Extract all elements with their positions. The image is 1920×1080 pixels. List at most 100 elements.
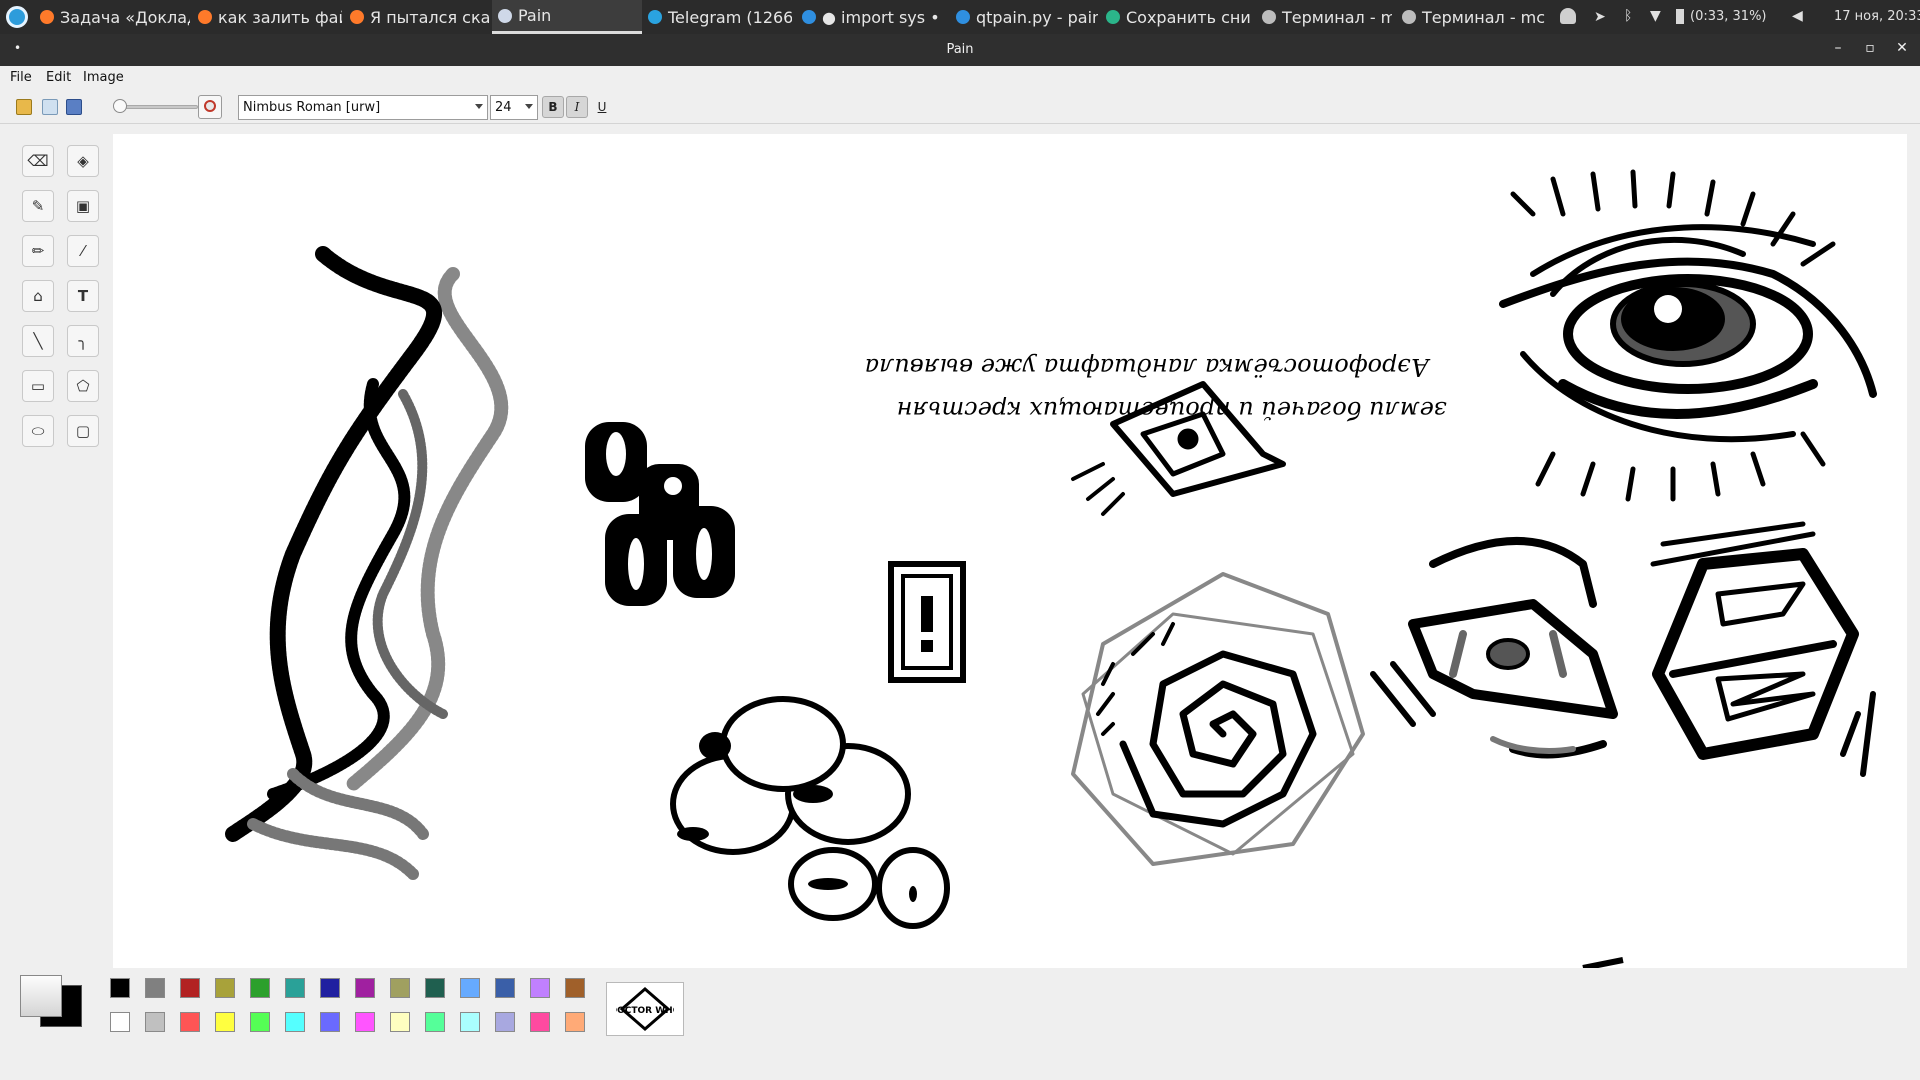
taskbar-task-5[interactable]: ● import sys • Un...: [796, 0, 946, 34]
bold-button[interactable]: B: [542, 96, 564, 118]
palette-swatch[interactable]: [355, 978, 375, 998]
palette-swatch[interactable]: [530, 978, 550, 998]
doctor-who-logo-text: DOCTOR WHO: [616, 1006, 674, 1016]
brush-color-icon: [204, 100, 216, 112]
menu-edit[interactable]: Edit: [46, 70, 71, 85]
palette-swatch[interactable]: [460, 1012, 480, 1032]
bluetooth-icon[interactable]: ᛒ: [1624, 8, 1632, 24]
palette-swatch[interactable]: [215, 1012, 235, 1032]
new-file-icon[interactable]: [42, 99, 58, 115]
taskbar-task-3[interactable]: Pain: [492, 0, 642, 34]
palette-swatch[interactable]: [320, 1012, 340, 1032]
partial-stroke-drawing: [1582, 957, 1624, 971]
task-app-icon: [648, 10, 662, 24]
palette-swatch[interactable]: [355, 1012, 375, 1032]
task-app-icon: [498, 8, 512, 23]
clock[interactable]: 17 ноя, 20:33: [1834, 9, 1920, 24]
canvas-text-line-1: Аэрофотосъёмка ландшафта уже выявила: [865, 353, 1431, 381]
palette-swatch[interactable]: [250, 1012, 270, 1032]
palette-swatch[interactable]: [285, 978, 305, 998]
chevron-down-icon: [525, 104, 533, 109]
palette-swatch[interactable]: [425, 978, 445, 998]
stamp-tool-button[interactable]: ▣: [67, 190, 99, 222]
task-app-icon: [198, 10, 212, 24]
rectangle-tool-button[interactable]: ▭: [22, 370, 54, 402]
taskbar-task-1[interactable]: как залить файл ...: [192, 0, 342, 34]
notification-bell-icon[interactable]: [1560, 8, 1576, 24]
palette-swatch[interactable]: [110, 1012, 130, 1032]
palette-swatch[interactable]: [425, 1012, 445, 1032]
wifi-icon[interactable]: ▼: [1650, 8, 1661, 24]
task-app-icon: [1262, 10, 1276, 24]
palette-swatch[interactable]: [530, 1012, 550, 1032]
palette-swatch[interactable]: [390, 1012, 410, 1032]
minimize-button[interactable]: –: [1828, 40, 1848, 56]
taskbar-task-0[interactable]: Задача «Доклад»...: [34, 0, 190, 34]
text-tool-button[interactable]: T: [67, 280, 99, 312]
menu-bar: File Edit Image: [0, 66, 1920, 90]
palette-swatch[interactable]: [180, 1012, 200, 1032]
fill-tool-button[interactable]: ◈: [67, 145, 99, 177]
taskbar-task-7[interactable]: Сохранить сним...: [1100, 0, 1250, 34]
window-titlebar[interactable]: • Pain – ▫ ✕: [0, 34, 1920, 66]
line-tool-button[interactable]: ╲: [22, 325, 54, 357]
menu-image[interactable]: Image: [83, 70, 124, 85]
font-size-value: 24: [495, 100, 512, 115]
spray-tool-button[interactable]: ⌂: [22, 280, 54, 312]
brush-color-button[interactable]: [198, 95, 222, 119]
save-file-icon[interactable]: [66, 99, 82, 115]
brush-preview-button[interactable]: DOCTOR WHO: [606, 982, 684, 1036]
palette-swatch[interactable]: [145, 1012, 165, 1032]
palette-swatch[interactable]: [180, 978, 200, 998]
ellipse-tool-button[interactable]: ⬭: [22, 415, 54, 447]
font-family-value: Nimbus Roman [urw]: [243, 100, 381, 115]
font-family-select[interactable]: Nimbus Roman [urw]: [238, 95, 488, 120]
pencil-tool-button[interactable]: ✏: [22, 235, 54, 267]
foreground-color-swatch[interactable]: [20, 975, 62, 1017]
palette-swatch[interactable]: [460, 978, 480, 998]
volume-icon[interactable]: ◀: [1792, 8, 1803, 24]
palette-swatch[interactable]: [110, 978, 130, 998]
telegram-tray-icon[interactable]: ➤: [1594, 9, 1606, 25]
palette-swatch[interactable]: [495, 1012, 515, 1032]
battery-status: (0:33, 31%): [1690, 9, 1767, 24]
palette-swatch[interactable]: [250, 978, 270, 998]
big-eye-drawing: [1499, 169, 1877, 502]
font-size-select[interactable]: 24: [490, 95, 538, 120]
rounded-rect-tool-button[interactable]: ▢: [67, 415, 99, 447]
palette-swatch[interactable]: [390, 978, 410, 998]
canvas-text-block: Аэрофотосъёмка ландшафта уже выявила зем…: [865, 353, 1447, 424]
palette-swatch[interactable]: [565, 1012, 585, 1032]
taskbar-task-4[interactable]: Telegram (126636): [642, 0, 792, 34]
palette-swatch[interactable]: [495, 978, 515, 998]
task-label: ● import sys • Un...: [822, 7, 946, 27]
drawing-canvas[interactable]: Аэрофотосъёмка ландшафта уже выявила зем…: [113, 134, 1907, 971]
close-button[interactable]: ✕: [1892, 40, 1912, 56]
maximize-button[interactable]: ▫: [1860, 40, 1880, 56]
eyedropper-tool-button[interactable]: ✎: [22, 190, 54, 222]
stamp-tool-icon: ▣: [75, 197, 91, 215]
polygon-tool-button[interactable]: ⬠: [67, 370, 99, 402]
eyedropper-tool-icon: ✎: [31, 197, 45, 215]
eraser-tool-button[interactable]: ⌫: [22, 145, 54, 177]
battery-icon[interactable]: [1676, 9, 1684, 24]
brush-size-slider-handle[interactable]: [113, 99, 127, 113]
italic-button[interactable]: I: [566, 96, 588, 118]
menu-file[interactable]: File: [10, 70, 32, 85]
open-file-icon[interactable]: [16, 99, 32, 115]
palette-swatch[interactable]: [320, 978, 340, 998]
taskbar-task-8[interactable]: Терминал - mash...: [1256, 0, 1392, 34]
app-launcher-button[interactable]: [0, 0, 34, 34]
curve-tool-button[interactable]: ╮: [67, 325, 99, 357]
taskbar-task-6[interactable]: qtpain.py - pain - V...: [950, 0, 1098, 34]
spray-tool-icon: ⌂: [33, 287, 43, 305]
taskbar-task-2[interactable]: Я пытался сказат...: [344, 0, 490, 34]
palette-swatch[interactable]: [285, 1012, 305, 1032]
palette-swatch[interactable]: [565, 978, 585, 998]
taskbar-task-9[interactable]: Терминал - mc [m...: [1396, 0, 1546, 34]
palette-swatch[interactable]: [145, 978, 165, 998]
task-app-icon: [956, 10, 970, 24]
underline-button[interactable]: U: [591, 96, 613, 118]
palette-swatch[interactable]: [215, 978, 235, 998]
brush-tool-button[interactable]: ⁄: [67, 235, 99, 267]
